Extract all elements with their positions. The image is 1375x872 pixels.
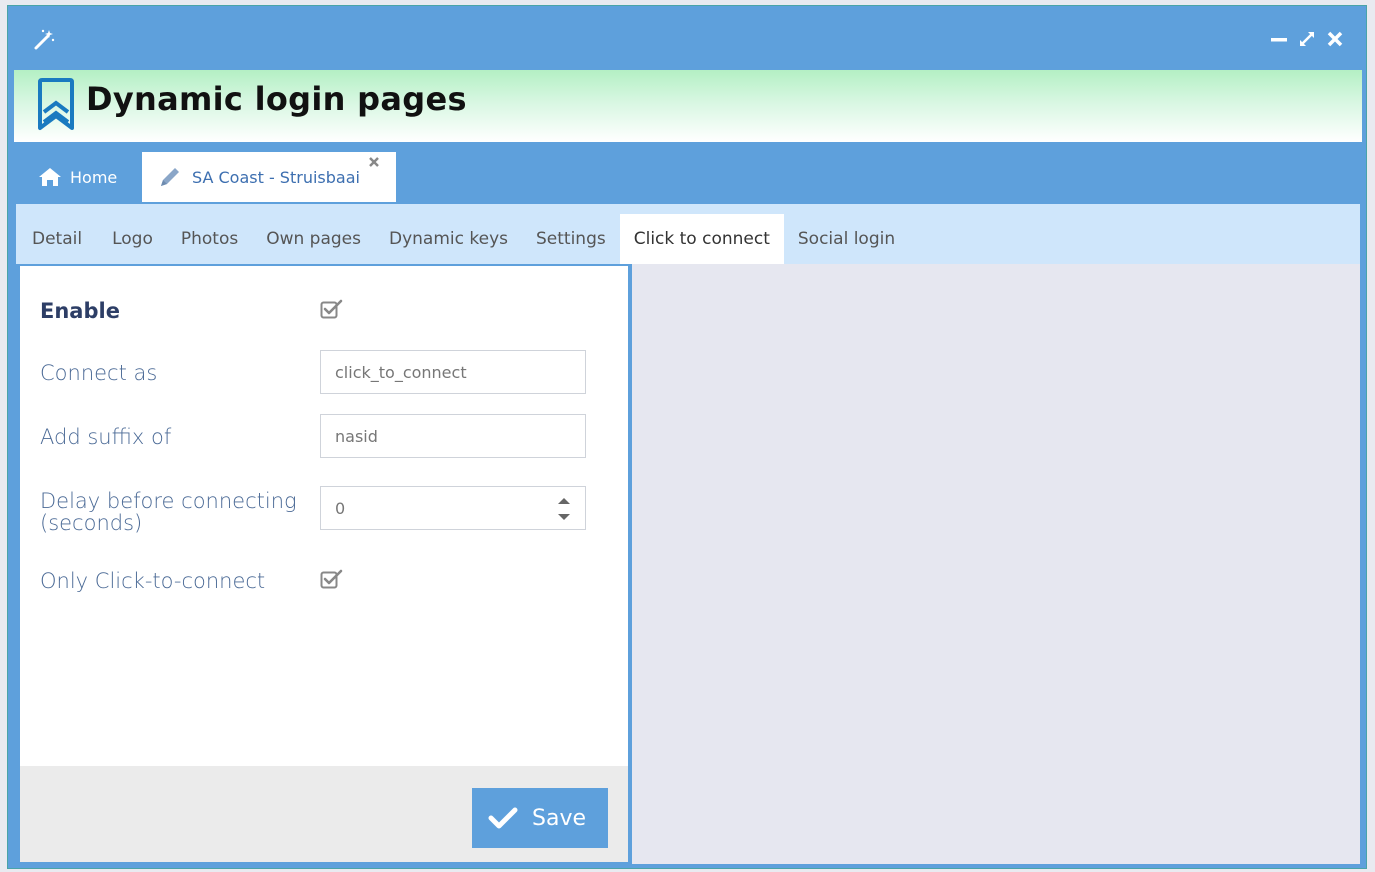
tab-own-pages[interactable]: Own pages xyxy=(252,214,375,264)
page-title: Dynamic login pages xyxy=(86,80,467,118)
tab-dynamic-keys[interactable]: Dynamic keys xyxy=(375,214,522,264)
tab-close-icon[interactable] xyxy=(368,156,380,168)
app-window: Dynamic login pages Home SA Coast - Stru… xyxy=(8,6,1366,868)
connect-as-row: Connect as xyxy=(40,350,600,396)
delay-stepper[interactable] xyxy=(320,486,586,530)
click-to-connect-form: Enable Connect as Add suffix of Delay be… xyxy=(18,264,630,864)
enable-label: Enable xyxy=(40,299,120,323)
checkmark-icon xyxy=(488,807,518,829)
delay-label-line2: (seconds) xyxy=(40,511,143,535)
tab-home[interactable]: Home xyxy=(14,152,142,202)
magic-wand-icon xyxy=(34,29,55,50)
connect-as-label: Connect as xyxy=(40,361,158,385)
only-ctc-label: Only Click-to-connect xyxy=(40,569,266,593)
delay-input[interactable] xyxy=(321,487,541,529)
pencil-icon xyxy=(161,168,179,186)
tab-record[interactable]: SA Coast - Struisbaai xyxy=(142,152,396,202)
window-controls xyxy=(1270,30,1344,48)
enable-checkbox[interactable] xyxy=(320,298,344,320)
main-tabs: Home SA Coast - Struisbaai xyxy=(14,152,396,202)
delay-label: Delay before connecting (seconds) xyxy=(40,490,297,534)
suffix-label: Add suffix of xyxy=(40,425,172,449)
home-icon xyxy=(39,168,61,186)
spin-up-icon[interactable] xyxy=(557,496,571,506)
content-area xyxy=(632,264,1360,864)
tab-click-to-connect[interactable]: Click to connect xyxy=(619,214,784,264)
close-icon[interactable] xyxy=(1326,30,1344,48)
delay-label-line1: Delay before connecting xyxy=(40,489,297,513)
tab-home-label: Home xyxy=(70,167,118,187)
minimize-icon[interactable] xyxy=(1270,30,1288,48)
maximize-icon[interactable] xyxy=(1298,30,1316,48)
save-label: Save xyxy=(532,805,587,831)
tab-photos[interactable]: Photos xyxy=(167,214,252,264)
enable-row: Enable xyxy=(40,296,600,326)
form-footer: Save xyxy=(20,766,628,862)
app-header: Dynamic login pages xyxy=(14,70,1362,142)
bookmark-logo-icon xyxy=(38,78,74,130)
only-ctc-row: Only Click-to-connect xyxy=(40,566,600,596)
tab-settings[interactable]: Settings xyxy=(522,214,620,264)
suffix-row: Add suffix of xyxy=(40,414,600,460)
tab-logo[interactable]: Logo xyxy=(98,214,167,264)
tab-social-login[interactable]: Social login xyxy=(784,214,909,264)
save-button[interactable]: Save xyxy=(472,788,608,848)
sub-tabs: Detail Logo Photos Own pages Dynamic keys Set… xyxy=(16,204,1360,264)
tab-detail[interactable]: Detail xyxy=(16,214,98,264)
spin-down-icon[interactable] xyxy=(557,512,571,522)
delay-row: Delay before connecting (seconds) xyxy=(40,484,600,534)
suffix-input[interactable] xyxy=(320,414,586,458)
connect-as-input[interactable] xyxy=(320,350,586,394)
only-ctc-checkbox[interactable] xyxy=(320,568,344,590)
tab-record-label: SA Coast - Struisbaai xyxy=(192,167,360,187)
window-titlebar[interactable] xyxy=(8,6,1366,70)
